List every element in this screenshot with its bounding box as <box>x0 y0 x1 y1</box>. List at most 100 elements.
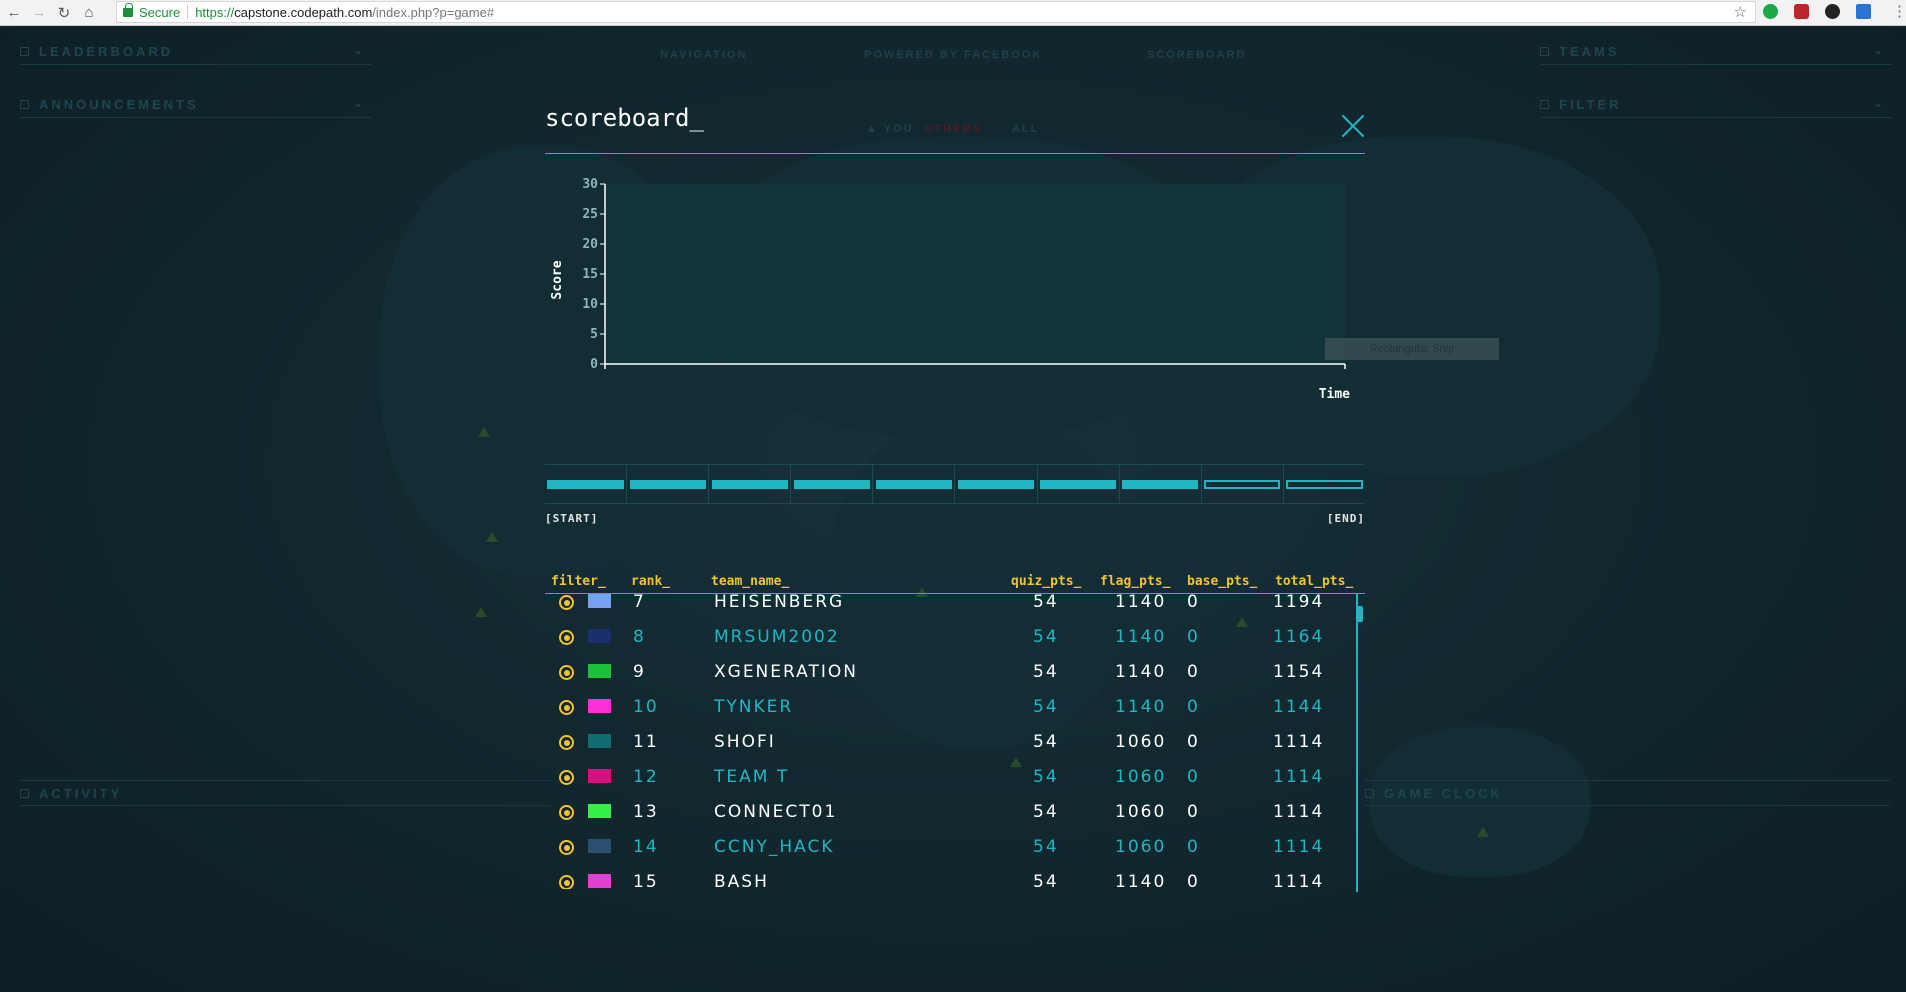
map-marker-icon[interactable] <box>486 532 498 542</box>
timeline-segment[interactable] <box>1120 465 1202 503</box>
menu-dots-icon[interactable]: ⋮ <box>1892 2 1906 20</box>
timeline-segment[interactable] <box>955 465 1038 503</box>
game-clock-panel-header[interactable]: GAME CLOCK <box>1365 780 1890 806</box>
announcements-panel-header[interactable]: ANNOUNCEMENTS ⌄ <box>20 92 372 118</box>
team-name-cell: BASH <box>714 872 769 889</box>
scoreboard-table-body[interactable]: 7 HEISENBERG 54 1140 0 1194 8 MRSUM2002 54 1140 0 1… <box>545 594 1365 889</box>
team-filter-radio[interactable] <box>559 665 574 680</box>
base-pts-cell: 0 <box>1187 697 1200 717</box>
team-name-cell: HEISENBERG <box>714 594 845 612</box>
extension-blue-icon[interactable] <box>1856 4 1871 19</box>
table-row[interactable]: 11 SHOFI 54 1060 0 1114 <box>545 724 1355 759</box>
timeline-segment-bar <box>1122 479 1199 489</box>
table-row[interactable]: 10 TYNKER 54 1140 0 1144 <box>545 689 1355 724</box>
ublock-icon[interactable] <box>1794 4 1809 19</box>
quiz-pts-cell: 54 <box>1033 837 1059 857</box>
total-pts-cell: 1114 <box>1273 732 1325 752</box>
announcements-label: ANNOUNCEMENTS <box>39 97 199 112</box>
header-base-pts[interactable]: base_pts_ <box>1187 574 1257 589</box>
timeline-segment-bar <box>793 479 870 489</box>
table-scrollbar[interactable] <box>1356 594 1358 892</box>
rank-cell: 8 <box>633 627 646 647</box>
filter-panel-header[interactable]: FILTER ⌄ <box>1540 92 1892 118</box>
team-filter-radio[interactable] <box>559 700 574 715</box>
table-row[interactable]: 13 CONNECT01 54 1060 0 1114 <box>545 794 1355 829</box>
extension-dark-icon[interactable] <box>1825 4 1840 19</box>
total-pts-cell: 1114 <box>1273 767 1325 787</box>
table-row[interactable]: 14 CCNY_HACK 54 1060 0 1114 <box>545 829 1355 864</box>
lock-icon <box>123 2 133 17</box>
header-quiz-pts[interactable]: quiz_pts_ <box>1011 574 1081 589</box>
y-tick-label: 0 <box>590 357 598 372</box>
flag-pts-cell: 1060 <box>1115 767 1167 787</box>
header-team-name[interactable]: team_name_ <box>711 574 789 589</box>
header-rank[interactable]: rank_ <box>631 574 670 589</box>
base-pts-cell: 0 <box>1187 662 1200 682</box>
flag-pts-cell: 1060 <box>1115 837 1167 857</box>
table-row[interactable]: 9 XGENERATION 54 1140 0 1154 <box>545 654 1355 689</box>
table-row[interactable]: 12 TEAM T 54 1060 0 1114 <box>545 759 1355 794</box>
chevron-down-icon: ⌄ <box>352 43 366 57</box>
team-filter-radio[interactable] <box>559 630 574 645</box>
header-total-pts[interactable]: total_pts_ <box>1275 574 1353 589</box>
flag-pts-cell: 1140 <box>1115 697 1167 717</box>
team-filter-radio[interactable] <box>559 840 574 855</box>
filter-label: FILTER <box>1559 97 1622 112</box>
teams-label: TEAMS <box>1559 44 1620 59</box>
timeline-segment[interactable] <box>545 465 628 503</box>
timeline-segment[interactable] <box>791 465 874 503</box>
close-icon[interactable] <box>1341 114 1365 138</box>
team-filter-radio[interactable] <box>559 595 574 610</box>
map-marker-icon[interactable] <box>1477 827 1489 837</box>
rectangular-snip-overlay: Rectangular Snip <box>1325 338 1499 360</box>
teams-panel-header[interactable]: TEAMS ⌄ <box>1540 39 1892 65</box>
home-icon[interactable]: ⌂ <box>78 2 100 24</box>
timeline-segment[interactable] <box>1284 465 1365 503</box>
timeline-segment[interactable] <box>709 465 792 503</box>
navigation-tab[interactable]: NAVIGATION <box>660 49 747 61</box>
y-tick-label: 30 <box>582 177 598 192</box>
team-color-swatch <box>588 734 611 748</box>
table-row[interactable]: 8 MRSUM2002 54 1140 0 1164 <box>545 619 1355 654</box>
powered-by-facebook: POWERED BY FACEBOOK <box>864 49 1043 61</box>
y-tick-label: 10 <box>582 297 598 312</box>
base-pts-cell: 0 <box>1187 627 1200 647</box>
timeline-segment[interactable] <box>873 465 956 503</box>
team-name-cell: CCNY_HACK <box>714 837 835 857</box>
panel-square-icon <box>20 788 29 798</box>
map-marker-icon[interactable] <box>478 427 490 437</box>
header-filter[interactable]: filter_ <box>551 574 606 589</box>
reload-icon[interactable]: ↻ <box>53 2 75 24</box>
team-filter-radio[interactable] <box>559 805 574 820</box>
flag-pts-cell: 1060 <box>1115 802 1167 822</box>
team-color-swatch <box>588 839 611 853</box>
scoreboard-tab[interactable]: SCOREBOARD <box>1147 49 1246 61</box>
leaderboard-panel-header[interactable]: LEADERBOARD ⌄ <box>20 39 372 65</box>
bookmark-star-icon[interactable]: ☆ <box>1734 3 1747 21</box>
table-row[interactable]: 7 HEISENBERG 54 1140 0 1194 <box>545 594 1355 619</box>
address-bar[interactable]: Secure https:// capstone.codepath.com /i… <box>116 1 1756 23</box>
chevron-down-icon: ⌄ <box>1872 96 1886 110</box>
quiz-pts-cell: 54 <box>1033 697 1059 717</box>
activity-panel-header[interactable]: ACTIVITY <box>20 780 550 806</box>
quiz-pts-cell: 54 <box>1033 662 1059 682</box>
team-filter-radio[interactable] <box>559 875 574 889</box>
team-filter-radio[interactable] <box>559 735 574 750</box>
table-row[interactable]: 15 BASH 54 1140 0 1114 <box>545 864 1355 889</box>
timeline-segment[interactable] <box>1038 465 1120 503</box>
plot-area <box>605 184 1345 364</box>
table-scrollbar-thumb[interactable] <box>1357 606 1363 622</box>
team-name-cell: CONNECT01 <box>714 802 838 822</box>
team-color-swatch <box>588 874 611 888</box>
forward-arrow-icon[interactable]: → <box>28 2 50 24</box>
base-pts-cell: 0 <box>1187 872 1200 889</box>
total-pts-cell: 1114 <box>1273 802 1325 822</box>
base-pts-cell: 0 <box>1187 594 1200 612</box>
back-arrow-icon[interactable]: ← <box>3 2 25 24</box>
team-filter-radio[interactable] <box>559 770 574 785</box>
extension-green-icon[interactable] <box>1763 4 1778 19</box>
map-marker-icon[interactable] <box>475 607 487 617</box>
header-flag-pts[interactable]: flag_pts_ <box>1100 574 1170 589</box>
timeline-segment[interactable] <box>1202 465 1284 503</box>
timeline-segment[interactable] <box>627 465 710 503</box>
